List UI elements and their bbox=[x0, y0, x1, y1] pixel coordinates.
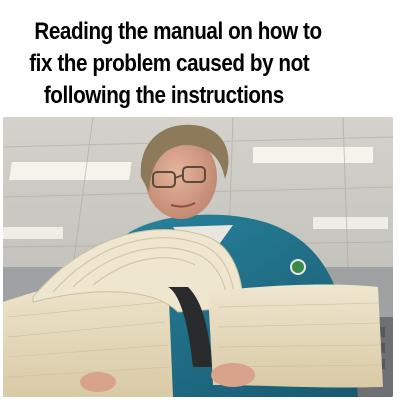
meme-caption: Reading the manual on how to fix the pro… bbox=[0, 16, 344, 112]
right-hand bbox=[211, 363, 255, 387]
caption-line-3: following the instructions bbox=[43, 82, 284, 109]
photo-illustration bbox=[3, 117, 393, 397]
meme-photo bbox=[3, 117, 393, 397]
ceiling-light-2 bbox=[253, 147, 373, 163]
meme: Reading the manual on how to fix the pro… bbox=[0, 0, 400, 417]
left-hand bbox=[80, 372, 116, 392]
ceiling-light-3 bbox=[3, 227, 63, 239]
caption-line-2: fix the problem caused by not bbox=[29, 50, 310, 77]
ceiling-light-1 bbox=[9, 162, 132, 180]
badge bbox=[290, 259, 306, 275]
caption-line-1: Reading the manual on how to bbox=[34, 18, 322, 45]
ceiling-light-4 bbox=[313, 217, 388, 229]
